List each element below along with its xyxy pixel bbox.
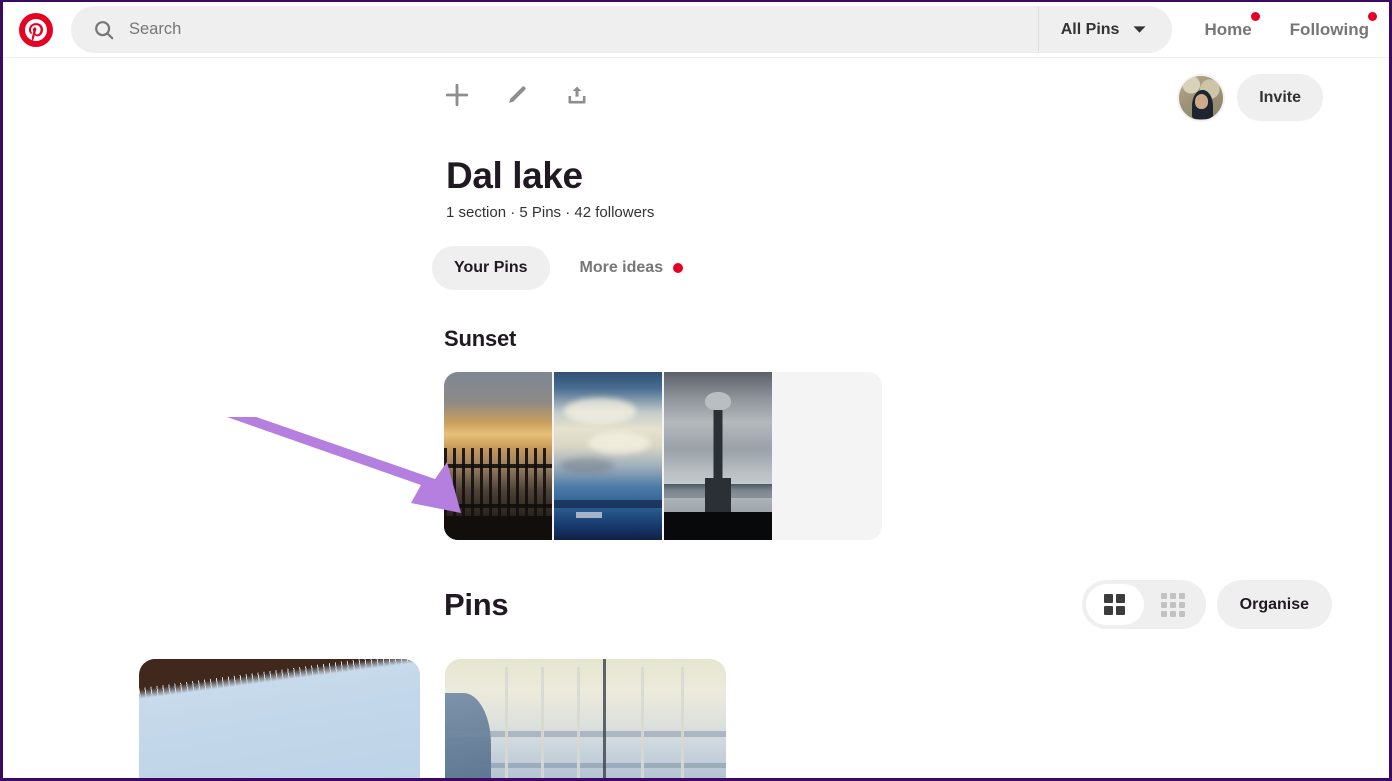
avatar-face (1195, 93, 1209, 109)
nav-link-home[interactable]: Home (1198, 11, 1260, 40)
lamp-base-detail (705, 478, 731, 513)
pinterest-logo-icon[interactable] (19, 12, 53, 47)
pin-card[interactable] (139, 659, 420, 778)
grid-3x3-icon[interactable] (1144, 584, 1202, 625)
board-action-icons (444, 80, 590, 110)
search-input[interactable] (129, 6, 1038, 53)
search-bar[interactable]: All Pins (71, 6, 1173, 53)
fence-rail (444, 464, 552, 469)
pole-detail (641, 667, 644, 778)
board-tabs: Your Pins More ideas (3, 246, 1389, 291)
boat-detail (576, 512, 602, 519)
board-header: Dal lake 1 section · 5 Pins · 42 followe… (3, 156, 1389, 221)
nav-link-following[interactable]: Following (1284, 11, 1377, 40)
board-tools-row: Invite (3, 74, 1389, 140)
organise-button[interactable]: Organise (1216, 580, 1332, 630)
profile-and-invite: Invite (1179, 74, 1323, 121)
tab-your-pins-label: Your Pins (454, 259, 528, 277)
lamp-pole-detail (713, 410, 723, 483)
plus-icon[interactable] (444, 80, 470, 110)
pins-header: Pins Organise (3, 580, 1389, 630)
tab-more-ideas-label: More ideas (579, 259, 664, 277)
ground-detail (444, 516, 552, 541)
grid-2x2-icon[interactable] (1085, 584, 1144, 626)
pin-card[interactable] (445, 659, 726, 778)
pole-detail (577, 667, 580, 778)
pinterest-board-page: All Pins Home Following (0, 0, 1392, 781)
following-notification-dot (1368, 11, 1377, 21)
pins-actions: Organise (1081, 580, 1332, 630)
more-ideas-notification-dot (673, 263, 684, 274)
tab-your-pins[interactable]: Your Pins (432, 246, 550, 291)
horizon-detail (554, 500, 662, 509)
section-title: Sunset (444, 326, 517, 352)
section-card-sunset[interactable] (444, 372, 882, 541)
section-empty-slot (774, 372, 882, 541)
chevron-down-icon (1131, 21, 1148, 38)
mast-detail (603, 659, 606, 778)
lamp-head-detail (705, 392, 731, 411)
board-sections: Sunset (3, 326, 1389, 541)
pencil-icon[interactable] (504, 80, 530, 110)
nav-link-home-label: Home (1204, 19, 1252, 39)
board-meta: 1 section · 5 Pins · 42 followers (446, 204, 655, 222)
all-pins-filter-dropdown[interactable]: All Pins (1037, 6, 1173, 53)
invite-button[interactable]: Invite (1237, 74, 1323, 121)
pole-detail (541, 667, 544, 778)
top-navigation-bar: All Pins Home Following (3, 2, 1389, 58)
section-thumbnail (554, 372, 662, 541)
nav-link-following-label: Following (1289, 19, 1369, 39)
pole-detail (505, 667, 508, 778)
pins-grid (3, 659, 1389, 778)
all-pins-label: All Pins (1060, 20, 1120, 38)
share-upload-icon[interactable] (564, 80, 590, 110)
fence-rail (444, 504, 552, 509)
pole-detail (681, 667, 684, 778)
land-detail (664, 512, 772, 541)
page-title: Dal lake (446, 155, 583, 196)
section-thumbnail (444, 372, 552, 541)
avatar[interactable] (1179, 75, 1224, 120)
cloud-detail (588, 432, 650, 455)
view-toggle (1081, 580, 1206, 630)
cloud-detail (560, 458, 614, 475)
search-icon (93, 19, 115, 41)
cloud-detail (564, 398, 636, 425)
section-thumbnail (664, 372, 772, 541)
pins-title: Pins (444, 586, 509, 622)
home-notification-dot (1250, 11, 1260, 21)
tab-more-ideas[interactable]: More ideas (558, 246, 706, 290)
